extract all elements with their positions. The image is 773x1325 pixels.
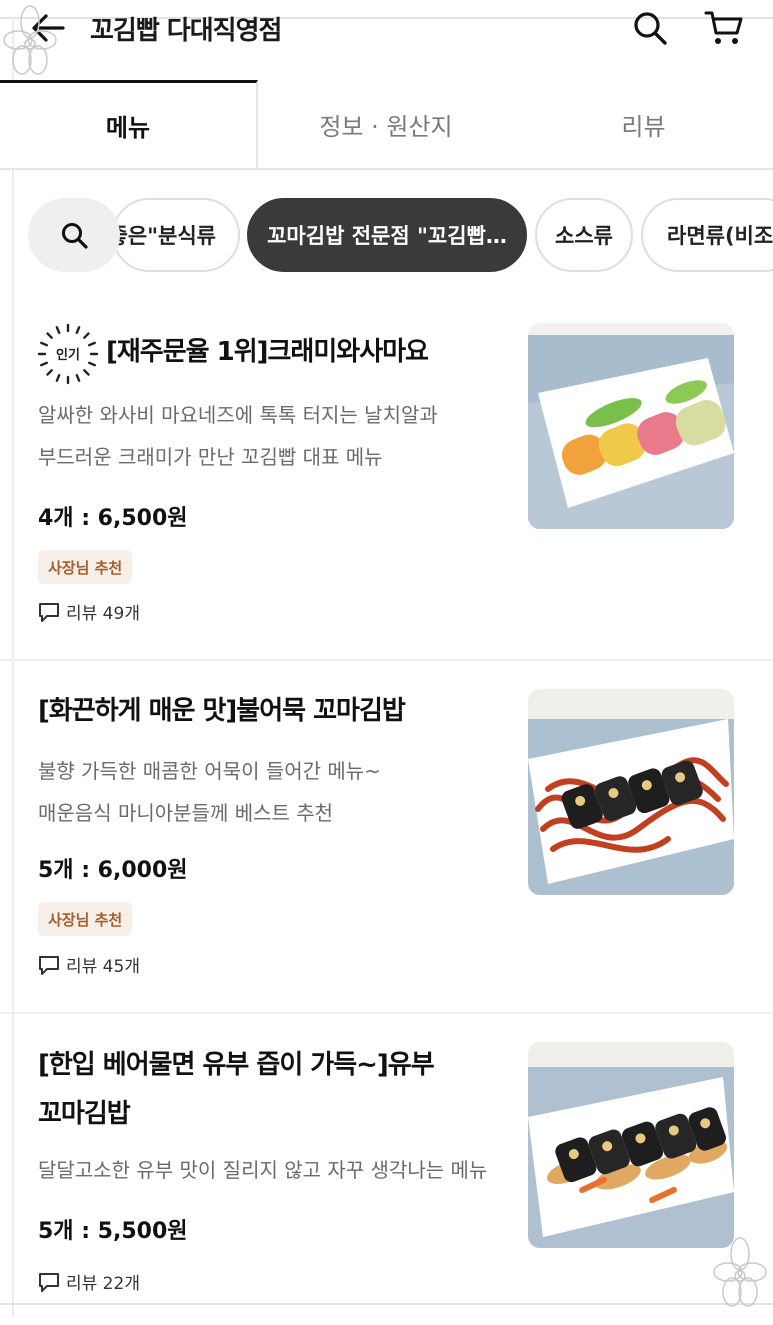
menu-item-price: 5개 : 6,000원 (38, 858, 188, 883)
speech-bubble-icon (39, 955, 59, 975)
item-divider (0, 659, 773, 661)
search-icon (634, 12, 667, 45)
category-chips: 좋은"분식류 꼬마김밥 전문점 "꼬김빱… 소스류 라면류(비조리 (0, 196, 773, 274)
item-divider (0, 1012, 773, 1014)
frame-line (0, 1303, 773, 1305)
popular-label: 인기 (56, 347, 80, 363)
review-count-text: 리뷰 45개 (66, 957, 140, 977)
popular-badge: 인기 (37, 323, 99, 385)
menu-item-name: [재주문율 1위]크래미와사마요 (106, 337, 429, 367)
owner-recommend-badge: 사장님 추천 (38, 902, 133, 936)
category-chip[interactable]: 소스류 (535, 198, 633, 272)
cart-icon (704, 11, 743, 44)
top-bar: 꼬김빱 다대직영점 (0, 0, 773, 58)
speech-bubble-icon (39, 602, 59, 622)
speech-bubble-icon (39, 1272, 59, 1292)
tab-info-origin[interactable]: 정보 · 원산지 (258, 80, 514, 168)
category-chip-active[interactable]: 꼬마김밥 전문점 "꼬김빱… (247, 198, 527, 272)
menu-item-review-count: 리뷰 49개 (38, 599, 140, 624)
menu-item-description: 불향 가득한 매콤한 어묵이 들어간 메뉴~ 매운음식 마니아분들께 베스트 추… (38, 759, 381, 825)
cart-button[interactable] (700, 6, 748, 50)
menu-item-photo (528, 1042, 734, 1248)
owner-recommend-badge: 사장님 추천 (38, 550, 133, 584)
tab-menu[interactable]: 메뉴 (0, 80, 258, 168)
menu-item-photo (528, 323, 734, 529)
menu-item-name: [한입 베어물면 유부 즙이 가득~]유부 (38, 1050, 435, 1080)
menu-item-price: 4개 : 6,500원 (38, 506, 188, 531)
menu-item-description: 알싸한 와사비 마요네즈에 톡톡 터지는 날치알과 부드러운 크래미가 만난 꼬… (38, 403, 438, 469)
review-count-text: 리뷰 22개 (66, 1274, 140, 1294)
flower-decoration (3, 5, 57, 75)
menu-item-photo (528, 689, 734, 895)
review-count-text: 리뷰 49개 (66, 604, 140, 624)
search-icon (62, 223, 88, 249)
menu-item-name: [화끈하게 매운 맛]불어묵 꼬마김밥 (38, 696, 406, 726)
menu-search-button[interactable] (28, 198, 120, 272)
menu-item-price: 5개 : 5,500원 (38, 1219, 188, 1244)
tab-bar: 메뉴 정보 · 원산지 리뷰 (0, 80, 773, 170)
category-chip[interactable]: 좋은"분식류 (112, 198, 240, 272)
search-button[interactable] (628, 6, 672, 50)
category-chip[interactable]: 라면류(비조리 (641, 198, 773, 272)
tab-review[interactable]: 리뷰 (514, 80, 773, 168)
menu-item-review-count: 리뷰 22개 (38, 1269, 140, 1294)
menu-item-name-continued: 꼬마김밥 (38, 1099, 131, 1129)
menu-item-review-count: 리뷰 45개 (38, 952, 140, 977)
menu-item-description: 달달고소한 유부 맛이 질리지 않고 자꾸 생각나는 메뉴 (38, 1158, 488, 1182)
store-title: 꼬김빱 다대직영점 (90, 16, 282, 46)
